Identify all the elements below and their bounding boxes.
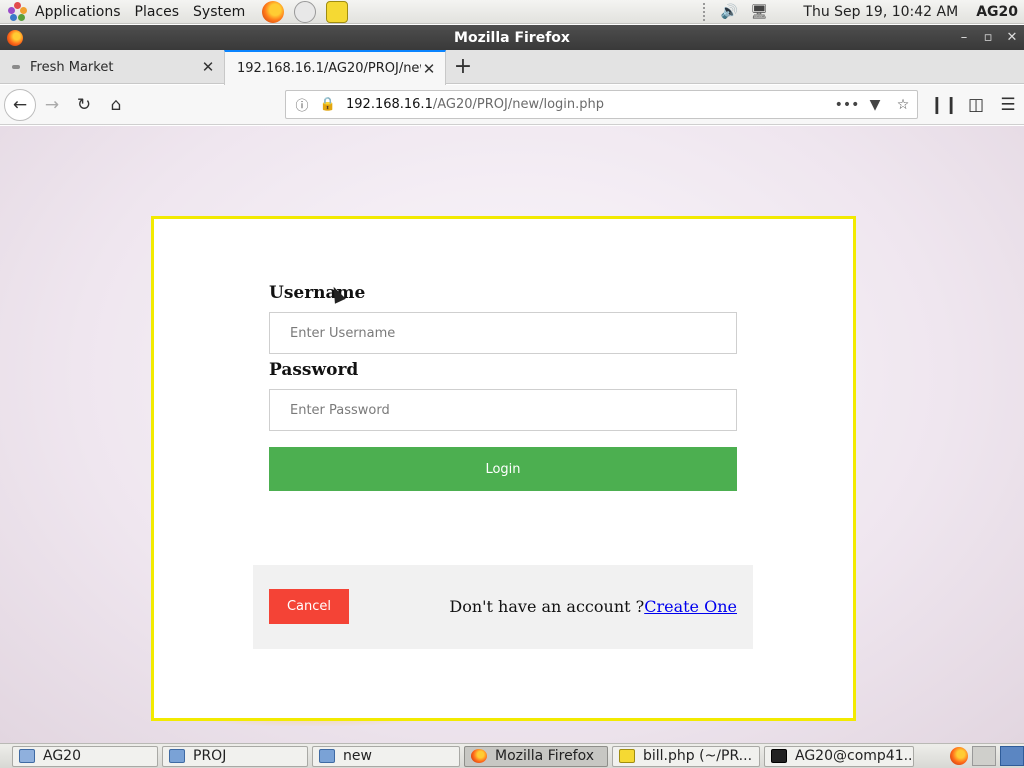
window-title: Mozilla Firefox xyxy=(454,29,570,46)
folder-icon xyxy=(319,749,335,763)
reload-button[interactable]: ↻ xyxy=(68,89,100,121)
tab-label: 192.168.16.1/AG20/PROJ/new xyxy=(237,61,421,76)
firefox-launcher-icon[interactable] xyxy=(262,0,285,23)
top-panel: Applications Places System 🔊 🖥 Thu Sep 1… xyxy=(0,0,1024,24)
volume-icon[interactable]: 🔊 xyxy=(719,3,739,21)
home-button[interactable]: ⌂ xyxy=(100,89,132,121)
page-content: Username Password Login Cancel Don't hav… xyxy=(0,126,1024,743)
library-icon[interactable]: ❙❙ xyxy=(928,89,960,121)
text-editor-launcher-icon[interactable] xyxy=(326,0,349,23)
maximize-button[interactable]: ▫ xyxy=(976,25,1000,50)
window-titlebar[interactable]: Mozilla Firefox – ▫ ✕ xyxy=(0,25,1024,50)
user-label[interactable]: AG20 xyxy=(976,4,1018,20)
cancel-button[interactable]: Cancel xyxy=(269,589,349,624)
taskbar-label: new xyxy=(343,748,372,764)
taskbar-label: Mozilla Firefox xyxy=(495,748,595,764)
network-icon[interactable]: 🖥 xyxy=(749,3,769,21)
close-tab-icon[interactable]: ✕ xyxy=(200,58,216,76)
taskbar-label: AG20@comp41... xyxy=(795,748,914,764)
taskbar-item-bill[interactable]: bill.php (~/PR... xyxy=(612,745,760,767)
forward-button[interactable]: → xyxy=(36,89,68,121)
page-actions-icon[interactable]: ••• xyxy=(833,97,861,113)
firefox-icon xyxy=(471,749,487,763)
workspace-firefox-icon[interactable] xyxy=(950,747,968,765)
system-menu[interactable]: System xyxy=(186,0,252,24)
tray-grip-icon xyxy=(703,2,707,21)
taskbar-label: AG20 xyxy=(43,748,81,764)
workspace-switcher[interactable] xyxy=(972,746,996,766)
terminal-icon xyxy=(771,749,787,763)
close-window-button[interactable]: ✕ xyxy=(1000,25,1024,50)
username-label: Username xyxy=(269,283,366,303)
url-text[interactable]: 192.168.16.1/AG20/PROJ/new/login.php xyxy=(346,97,833,112)
login-form: Username Password Login Cancel Don't hav… xyxy=(151,216,856,721)
create-account-link[interactable]: Create One xyxy=(644,597,737,616)
taskbar-item-terminal[interactable]: AG20@comp41... xyxy=(764,745,914,767)
mail-launcher-icon[interactable] xyxy=(294,0,317,23)
taskbar-item-new[interactable]: new xyxy=(312,745,460,767)
clock[interactable]: Thu Sep 19, 10:42 AM xyxy=(803,4,958,20)
back-button[interactable]: ← xyxy=(4,88,36,121)
form-footer: Cancel Don't have an account ?Create One xyxy=(253,565,753,649)
close-tab-icon[interactable]: ✕ xyxy=(421,60,437,78)
tab-favicon-icon xyxy=(12,65,20,69)
username-input[interactable] xyxy=(269,312,737,354)
taskbar-item-firefox[interactable]: Mozilla Firefox xyxy=(464,745,608,767)
trash-icon[interactable] xyxy=(1000,746,1024,766)
password-label: Password xyxy=(269,360,359,380)
url-bar[interactable]: ⓘ 🔒 192.168.16.1/AG20/PROJ/new/login.php… xyxy=(285,90,918,119)
url-host: 192.168.16.1 xyxy=(346,97,433,112)
bottom-taskbar: AG20 PROJ new Mozilla Firefox bill.php (… xyxy=(0,743,1024,768)
taskbar-label: PROJ xyxy=(193,748,227,764)
pocket-icon[interactable]: ▼ xyxy=(861,97,889,113)
sidebar-icon[interactable]: ◫ xyxy=(960,89,992,121)
login-button[interactable]: Login xyxy=(269,447,737,491)
info-icon[interactable]: ⓘ xyxy=(292,95,312,114)
text-editor-icon xyxy=(619,749,635,763)
folder-icon xyxy=(169,749,185,763)
signup-prompt: Don't have an account ?Create One xyxy=(449,597,737,616)
signup-text: Don't have an account ? xyxy=(449,597,645,616)
tab-label: Fresh Market xyxy=(30,59,114,75)
tab-login[interactable]: 192.168.16.1/AG20/PROJ/new ✕ xyxy=(224,50,446,85)
insecure-lock-icon[interactable]: 🔒 xyxy=(318,97,338,112)
navigation-bar: ← → ↻ ⌂ ⓘ 🔒 192.168.16.1/AG20/PROJ/new/l… xyxy=(0,85,1024,125)
minimize-button[interactable]: – xyxy=(952,25,976,50)
password-input[interactable] xyxy=(269,389,737,431)
url-path: /AG20/PROJ/new/login.php xyxy=(432,97,604,112)
applications-menu[interactable]: Applications xyxy=(28,0,128,24)
taskbar-item-proj[interactable]: PROJ xyxy=(162,745,308,767)
tab-strip: Fresh Market ✕ 192.168.16.1/AG20/PROJ/ne… xyxy=(0,50,1024,85)
tab-fresh-market[interactable]: Fresh Market ✕ xyxy=(0,50,224,84)
taskbar-label: bill.php (~/PR... xyxy=(643,748,753,764)
home-folder-icon xyxy=(19,749,35,763)
bookmark-star-icon[interactable]: ☆ xyxy=(889,97,917,113)
applications-menu-icon[interactable] xyxy=(8,1,28,22)
firefox-icon xyxy=(7,29,23,46)
taskbar-item-ag20[interactable]: AG20 xyxy=(12,745,158,767)
hamburger-menu-icon[interactable]: ☰ xyxy=(992,89,1024,121)
places-menu[interactable]: Places xyxy=(128,0,187,24)
new-tab-button[interactable]: + xyxy=(446,50,480,84)
